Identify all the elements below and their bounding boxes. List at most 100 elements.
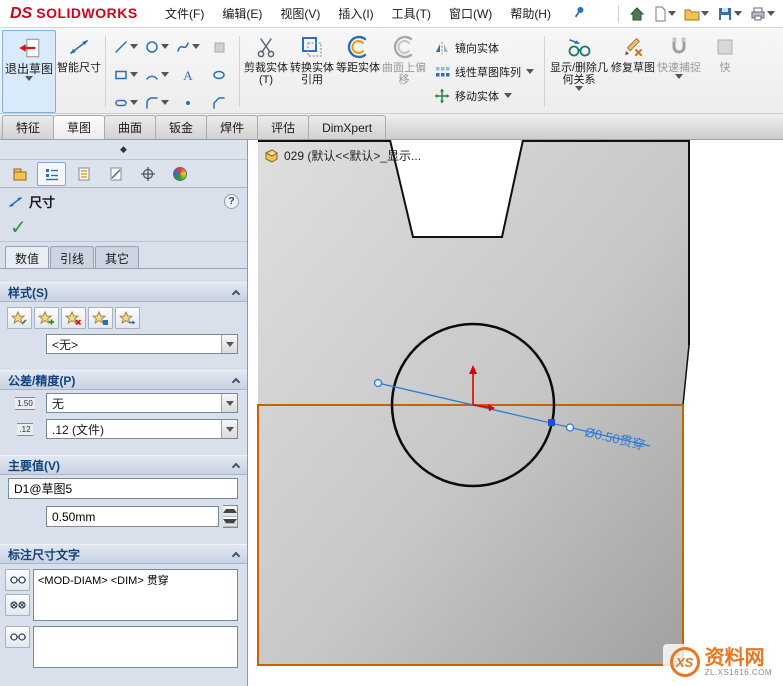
origin-display-tab[interactable]	[133, 162, 162, 186]
star-load-icon	[119, 311, 136, 324]
convert-entities-icon	[302, 37, 322, 57]
dimxpert-manager-tab[interactable]	[101, 162, 130, 186]
repair-sketch-icon	[625, 38, 642, 56]
panel-splitter[interactable]: ◆	[0, 140, 247, 160]
tolerance-section-header[interactable]: 公差/精度(P)	[0, 370, 247, 390]
ellipse-tool-button[interactable]	[204, 61, 234, 88]
feature-manager-tab[interactable]	[5, 162, 34, 186]
tab-sketch[interactable]: 草图	[53, 115, 106, 139]
tab-value[interactable]: 数值	[5, 246, 50, 268]
offset-entities-button[interactable]: 等距实体	[335, 30, 381, 113]
style-load-button[interactable]	[115, 307, 140, 329]
open-button[interactable]	[682, 4, 711, 24]
tab-evaluate[interactable]: 评估	[257, 115, 310, 139]
save-button[interactable]	[715, 4, 744, 24]
dimension-name-input[interactable]	[8, 478, 238, 499]
dimension-text-section-header[interactable]: 标注尺寸文字	[0, 544, 247, 564]
primary-value-section-header[interactable]: 主要值(V)	[0, 455, 247, 475]
line-tool-button[interactable]	[111, 33, 141, 60]
style-default-button[interactable]	[7, 307, 32, 329]
new-document-button[interactable]	[651, 4, 678, 24]
tab-sheet-metal[interactable]: 钣金	[155, 115, 208, 139]
quick-snaps-button[interactable]: 快速捕捉	[656, 30, 702, 113]
secondary-text-icon	[9, 633, 26, 641]
menu-insert[interactable]: 插入(I)	[329, 0, 382, 27]
style-delete-button[interactable]	[61, 307, 86, 329]
model-canvas[interactable]: Ø0.50贯穿	[248, 140, 783, 686]
spline-tool-button[interactable]	[173, 33, 203, 60]
menu-window[interactable]: 窗口(W)	[440, 0, 501, 27]
tolerance-type-dropdown-button[interactable]	[221, 394, 237, 412]
smart-dimension-button[interactable]: 智能尺寸	[56, 30, 102, 113]
property-manager-tab[interactable]	[37, 161, 66, 186]
secondary-text-box[interactable]	[33, 626, 238, 668]
dimension-value-input[interactable]	[46, 506, 219, 527]
dim-text-offset-button[interactable]	[5, 594, 30, 616]
repair-sketch-button[interactable]: 修复草图	[610, 30, 656, 113]
slot-tool-button[interactable]	[111, 89, 141, 116]
precision-dropdown-button[interactable]	[221, 420, 237, 438]
print-button[interactable]	[748, 4, 777, 24]
display-delete-relations-button[interactable]: 显示/删除几何关系	[548, 30, 610, 113]
spinner-up-button[interactable]	[223, 506, 237, 517]
point-tool-button[interactable]	[173, 89, 203, 116]
rectangle-tool-button[interactable]	[111, 61, 141, 88]
pin-menu-button[interactable]	[570, 3, 588, 24]
style-add-button[interactable]	[34, 307, 59, 329]
ok-button[interactable]: ✓	[10, 218, 27, 238]
home-icon	[629, 6, 645, 20]
linear-pattern-button[interactable]: 线性草图阵列	[431, 61, 537, 83]
convert-entities-button[interactable]: 转换实体引用	[289, 30, 335, 113]
style-dropdown[interactable]: <无>	[46, 334, 238, 354]
menu-file[interactable]: 文件(F)	[156, 0, 213, 27]
clipped-ribbon-button[interactable]: 快	[702, 30, 748, 113]
style-dropdown-button[interactable]	[221, 335, 237, 353]
style-section-header[interactable]: 样式(S)	[0, 282, 247, 302]
precision-dropdown[interactable]: .12 (文件)	[46, 419, 238, 439]
selected-point-handle[interactable]	[548, 419, 555, 426]
flyout-feature-tree[interactable]: 029 (默认<<默认>_显示...	[264, 147, 421, 164]
move-entities-button[interactable]: 移动实体	[431, 85, 537, 107]
mirror-entities-button[interactable]: 镜向实体	[431, 37, 537, 59]
tab-other[interactable]: 其它	[95, 246, 140, 268]
tab-weldments[interactable]: 焊件	[206, 115, 259, 139]
tab-features[interactable]: 特征	[2, 115, 55, 139]
exit-sketch-button[interactable]: 退出草图	[2, 30, 56, 113]
circle-caret-icon	[161, 44, 169, 49]
dimension-text-handle[interactable]	[565, 423, 575, 432]
dimension-endpoint-handle[interactable]	[373, 378, 383, 388]
menu-help[interactable]: 帮助(H)	[501, 0, 560, 27]
circle-tool-button[interactable]	[142, 33, 172, 60]
dimension-text-icon-column	[5, 569, 30, 616]
secondary-text-button[interactable]	[5, 626, 30, 648]
text-tool-button[interactable]: A	[173, 61, 203, 88]
spinner-down-button[interactable]	[223, 516, 237, 527]
new-document-caret-icon	[668, 11, 676, 16]
tab-surfaces[interactable]: 曲面	[104, 115, 157, 139]
display-manager-tab[interactable]	[165, 162, 194, 186]
solidworks-logo-text: SOLIDWORKS	[36, 4, 138, 21]
tab-dimxpert[interactable]: DimXpert	[308, 115, 387, 139]
tab-leaders[interactable]: 引线	[50, 246, 95, 268]
fillet-tool-button[interactable]	[142, 89, 172, 116]
graphics-viewport[interactable]: Ø0.50贯穿 029 (默认<<默认>_显示... XS 资料网 ZL.XS1…	[248, 140, 783, 686]
solidworks-window: DS SOLIDWORKS 文件(F) 编辑(E) 视图(V) 插入(I) 工具…	[0, 0, 783, 686]
help-button[interactable]: ?	[224, 193, 239, 209]
menu-tools[interactable]: 工具(T)	[383, 0, 440, 27]
smart-dimension-icon	[70, 40, 88, 54]
surface-offset-button[interactable]: 曲面上偏移	[381, 30, 427, 113]
tolerance-type-dropdown[interactable]: 无	[46, 393, 238, 413]
sketch-picture-button[interactable]	[204, 33, 234, 60]
commandmanager-tabbar: 特征 草图 曲面 钣金 焊件 评估 DimXpert	[0, 114, 783, 140]
dim-text-position-button[interactable]	[5, 569, 30, 591]
menu-view[interactable]: 视图(V)	[271, 0, 329, 27]
style-save-button[interactable]	[88, 307, 113, 329]
dimension-text-input[interactable]: <MOD-DIAM> <DIM> 贯穿	[33, 569, 238, 621]
collapse-chevron-icon	[231, 462, 241, 471]
trim-entities-button[interactable]: 剪裁实体(T)	[243, 30, 289, 113]
menu-edit[interactable]: 编辑(E)	[213, 0, 271, 27]
home-button[interactable]	[627, 4, 647, 24]
arc-tool-button[interactable]	[142, 61, 172, 88]
configuration-manager-tab[interactable]	[69, 162, 98, 186]
chamfer-tool-button[interactable]	[204, 89, 234, 116]
